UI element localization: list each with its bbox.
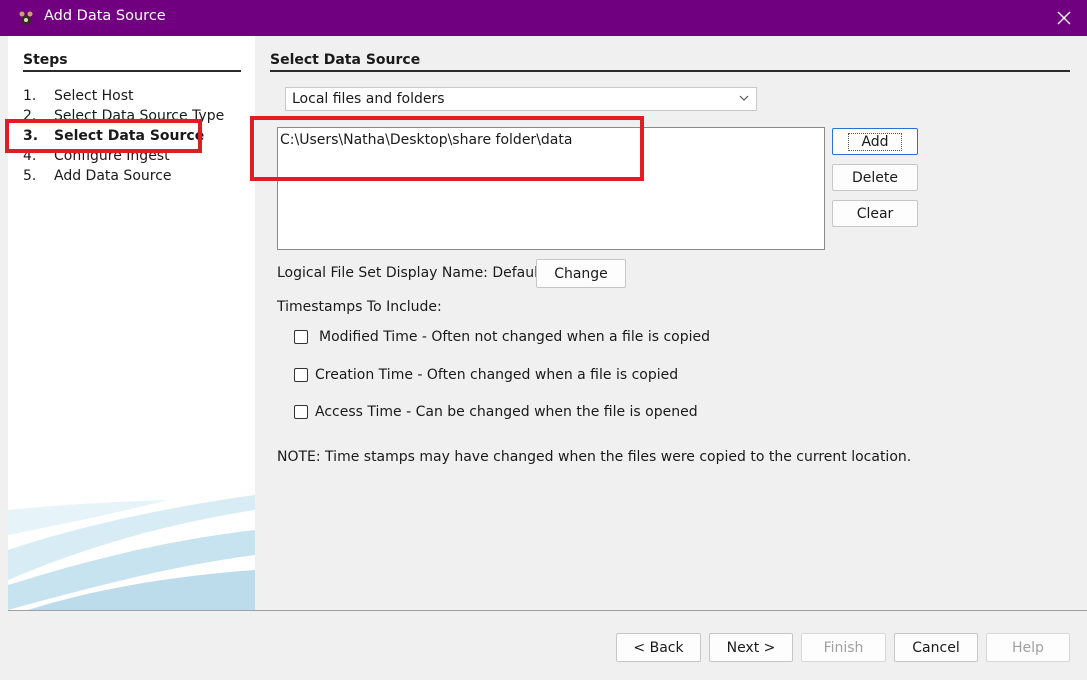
change-button-label: Change: [554, 265, 608, 282]
help-button-label: Help: [1012, 639, 1044, 656]
cancel-button[interactable]: Cancel: [894, 633, 978, 662]
steps-header: Steps: [23, 52, 241, 72]
add-button-label: Add: [848, 132, 902, 151]
next-button-label: Next >: [726, 639, 776, 656]
page-title: Select Data Source: [270, 52, 1070, 72]
close-button[interactable]: [1041, 0, 1087, 36]
step-label: Add Data Source: [54, 168, 172, 184]
app-icon: [19, 11, 33, 25]
add-button[interactable]: Add: [832, 128, 918, 155]
finish-button[interactable]: Finish: [801, 633, 886, 662]
timestamps-label: Timestamps To Include:: [277, 299, 442, 315]
next-button[interactable]: Next >: [709, 633, 793, 662]
access-time-checkbox[interactable]: [294, 405, 308, 419]
chevron-down-icon: [739, 95, 749, 101]
modified-time-label[interactable]: Modified Time - Often not changed when a…: [319, 329, 710, 345]
step-label: Select Host: [54, 88, 134, 104]
footer-bar: < Back Next > Finish Cancel Help: [8, 611, 1087, 680]
finish-button-label: Finish: [823, 639, 864, 656]
window-title: Add Data Source: [44, 8, 166, 24]
back-button-label: < Back: [633, 639, 684, 656]
help-button[interactable]: Help: [986, 633, 1070, 662]
creation-time-label[interactable]: Creation Time - Often changed when a fil…: [315, 367, 678, 383]
highlight-box-path: [250, 116, 644, 181]
step-number: 1.: [23, 88, 37, 104]
back-button[interactable]: < Back: [616, 633, 701, 662]
close-icon: [1057, 11, 1071, 25]
creation-time-checkbox[interactable]: [294, 368, 308, 382]
step-number: 5.: [23, 168, 37, 184]
access-time-label[interactable]: Access Time - Can be changed when the fi…: [315, 404, 698, 420]
source-type-dropdown[interactable]: Local files and folders: [285, 87, 757, 111]
highlight-box-step: [5, 119, 202, 153]
change-button[interactable]: Change: [536, 259, 626, 288]
clear-button-label: Clear: [856, 205, 894, 222]
source-type-value: Local files and folders: [292, 91, 445, 107]
title-bar: Add Data Source: [0, 0, 1087, 36]
timestamps-note: NOTE: Time stamps may have changed when …: [277, 449, 912, 465]
step-select-host: 1. Select Host: [23, 88, 134, 108]
clear-button[interactable]: Clear: [832, 200, 918, 227]
delete-button[interactable]: Delete: [832, 164, 918, 191]
display-name-label: Logical File Set Display Name: Default: [277, 265, 544, 281]
modified-time-checkbox[interactable]: [294, 330, 308, 344]
delete-button-label: Delete: [852, 169, 898, 186]
decorative-swoosh: [8, 495, 255, 610]
cancel-button-label: Cancel: [912, 639, 960, 656]
step-add-data-source: 5. Add Data Source: [23, 168, 172, 188]
